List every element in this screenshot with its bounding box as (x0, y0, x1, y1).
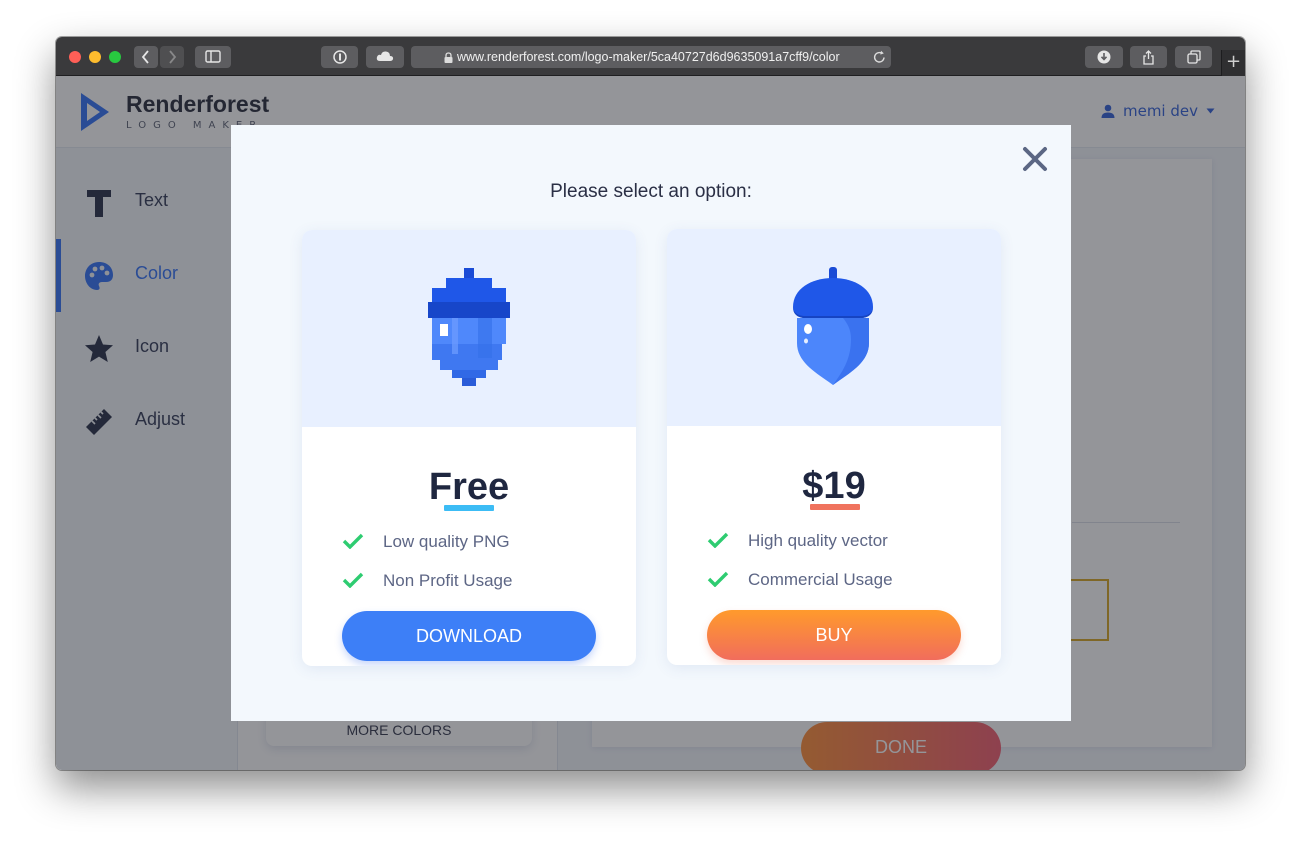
checkmark-icon (342, 533, 364, 549)
share-button[interactable] (1130, 46, 1167, 68)
cloud-icon (376, 51, 394, 61)
pixel-acorn-icon (428, 268, 510, 386)
back-button[interactable] (134, 46, 158, 68)
sidebar-toggle-button[interactable] (195, 46, 231, 68)
tabs-icon (1186, 50, 1201, 64)
icloud-button[interactable] (366, 46, 404, 68)
free-option-card: Free Low quality PNG Non Profit Usage DO… (302, 230, 636, 666)
feature-item: Low quality PNG (342, 530, 612, 554)
minimize-window-button[interactable] (89, 51, 101, 63)
feature-item: Non Profit Usage (342, 569, 612, 593)
feature-text: Commercial Usage (748, 570, 893, 589)
feature-text: Low quality PNG (383, 532, 510, 551)
paid-option-card: $19 High quality vector Commercial Usage… (667, 229, 1001, 665)
sidebar-icon (205, 50, 221, 63)
checkmark-icon (707, 571, 729, 587)
card-illustration (667, 229, 1001, 426)
feature-text: High quality vector (748, 531, 888, 550)
feature-item: High quality vector (707, 529, 977, 553)
address-bar[interactable]: www.renderforest.com/logo-maker/5ca40727… (411, 46, 891, 68)
chevron-right-icon (169, 50, 177, 64)
reload-icon[interactable] (873, 50, 886, 64)
lock-icon (444, 52, 453, 63)
zoom-window-button[interactable] (109, 51, 121, 63)
tabs-overview-button[interactable] (1175, 46, 1212, 68)
buy-button[interactable]: BUY (707, 610, 961, 660)
password-button[interactable] (321, 46, 358, 68)
new-tab-button[interactable]: + (1221, 50, 1245, 76)
download-icon (1097, 50, 1111, 64)
share-icon (1143, 50, 1154, 65)
url-text: www.renderforest.com/logo-maker/5ca40727… (457, 50, 840, 64)
feature-text: Non Profit Usage (383, 571, 513, 590)
downloads-button[interactable] (1085, 46, 1123, 68)
password-icon (332, 50, 347, 64)
close-window-button[interactable] (69, 51, 81, 63)
price-label: $19 (802, 465, 866, 507)
browser-window: www.renderforest.com/logo-maker/5ca40727… (56, 37, 1245, 770)
card-illustration (302, 230, 636, 427)
price-label: Free (428, 466, 510, 508)
browser-toolbar: www.renderforest.com/logo-maker/5ca40727… (56, 37, 1245, 76)
pricing-modal: Please select an option: Free Low qualit… (231, 125, 1071, 721)
modal-title: Please select an option: (550, 181, 752, 202)
checkmark-icon (707, 532, 729, 548)
close-icon[interactable] (1021, 145, 1049, 173)
forward-button[interactable] (160, 46, 184, 68)
chevron-left-icon (141, 50, 149, 64)
feature-item: Commercial Usage (707, 568, 977, 592)
checkmark-icon (342, 572, 364, 588)
price-underline (444, 505, 494, 511)
price-underline (810, 504, 860, 510)
acorn-icon (793, 267, 873, 385)
download-button[interactable]: DOWNLOAD (342, 611, 596, 661)
